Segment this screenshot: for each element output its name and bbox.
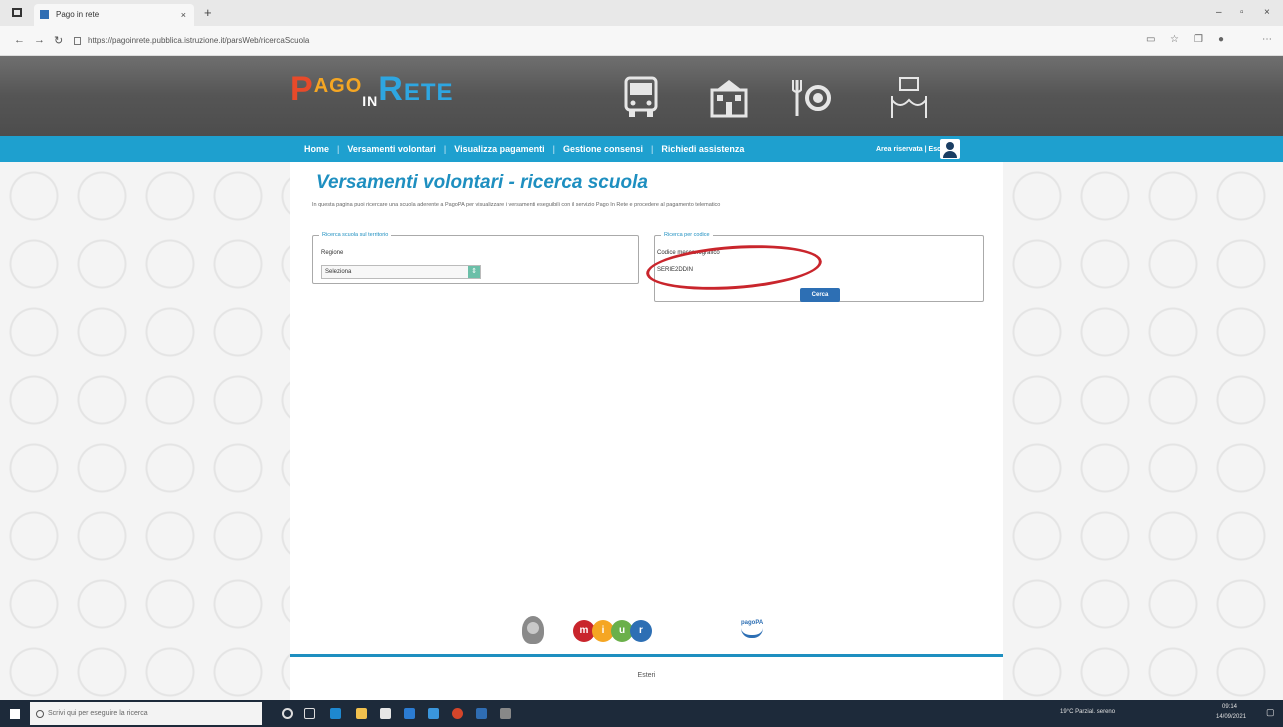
url-text: https://pagoinrete.pubblica.istruzione.i… (88, 36, 310, 45)
browser-tab[interactable]: Pago in rete × (34, 4, 194, 26)
territorial-search-panel: Ricerca scuola sul territorio Regione Se… (312, 232, 639, 284)
close-window-icon[interactable]: × (1264, 7, 1270, 18)
nav-richiedi-assistenza[interactable]: Richiedi assistenza (653, 144, 752, 154)
right-background-pattern (1003, 162, 1283, 700)
main-navigation: Home | Versamenti volontari | Visualizza… (0, 136, 1283, 162)
task-view-icon[interactable] (304, 708, 315, 719)
store-icon[interactable] (380, 708, 391, 719)
page-title: Versamenti volontari - ricerca scuola (316, 172, 648, 193)
windows-start-icon[interactable] (10, 709, 20, 719)
close-tab-icon[interactable]: × (181, 4, 186, 26)
school-building-icon (710, 80, 748, 118)
logo-letter-p: P (290, 70, 314, 108)
site-header: PAGOINRETE (0, 56, 1283, 136)
clock-date[interactable]: 14/09/2021 (1216, 714, 1246, 720)
nav-gestione-consensi[interactable]: Gestione consensi (555, 144, 651, 154)
italian-republic-emblem-icon (522, 616, 544, 644)
select-arrow-icon[interactable]: ⇕ (468, 266, 480, 278)
nav-menu: Home | Versamenti volontari | Visualizza… (296, 136, 752, 162)
chrome-icon[interactable] (452, 708, 463, 719)
logo-ete: ETE (403, 79, 454, 106)
favorite-star-icon[interactable]: ☆ (1170, 35, 1180, 45)
more-menu-icon[interactable]: ⋯ (1262, 35, 1272, 45)
school-bus-icon (624, 76, 658, 117)
footer-text[interactable]: Esteri (290, 672, 1003, 679)
address-bar: ← → ↻ https://pagoinrete.pubblica.istruz… (0, 26, 1283, 56)
minimize-icon[interactable]: – (1216, 7, 1222, 18)
logo-letter-r: R (378, 70, 404, 108)
logo-in: IN (362, 93, 379, 109)
edge-browser-icon[interactable] (330, 708, 341, 719)
miur-letter-r: r (630, 620, 652, 642)
collections-icon[interactable]: ❐ (1194, 35, 1204, 45)
profile-icon[interactable]: ● (1218, 35, 1228, 45)
user-icon[interactable] (940, 139, 960, 159)
favicon-icon (40, 10, 49, 19)
paint-icon[interactable] (500, 708, 511, 719)
reading-view-icon[interactable]: ▭ (1146, 35, 1156, 45)
url-field[interactable]: https://pagoinrete.pubblica.istruzione.i… (74, 32, 1094, 50)
territorial-search-legend: Ricerca scuola sul territorio (322, 232, 389, 238)
browser-tab-bar: Pago in rete × + – ▫ × (0, 0, 1283, 26)
tab-title: Pago in rete (56, 10, 100, 19)
tab-actions-icon[interactable] (12, 8, 22, 17)
region-select[interactable]: Seleziona ⇕ (321, 265, 481, 279)
footer-divider (290, 654, 1003, 657)
left-background-pattern (0, 162, 290, 700)
code-search-legend: Ricerca per codice (664, 232, 710, 238)
footer-logos: m i u r pagoPA (290, 612, 1003, 652)
nav-versamenti-volontari[interactable]: Versamenti volontari (339, 144, 444, 154)
taskbar: Scrivi qui per eseguire la ricerca 19°C … (0, 700, 1283, 727)
mail-icon[interactable] (404, 708, 415, 719)
region-label: Regione (321, 250, 344, 256)
logo-ago: AGO (313, 75, 363, 97)
weather-status[interactable]: 19°C Parzial. sereno (1060, 709, 1115, 715)
main-content: Versamenti volontari - ricerca scuola In… (290, 162, 1003, 700)
region-select-value: Seleziona (325, 269, 352, 275)
meal-icon (792, 80, 831, 116)
file-explorer-icon[interactable] (356, 708, 367, 719)
miur-logo: m i u r (573, 620, 652, 642)
taskbar-search-input[interactable]: Scrivi qui per eseguire la ricerca (30, 702, 262, 725)
new-tab-button[interactable]: + (204, 5, 212, 20)
pagopa-logo: pagoPA (741, 620, 763, 638)
cortana-icon[interactable] (282, 708, 293, 719)
notifications-icon[interactable]: ▢ (1266, 707, 1275, 718)
nav-visualizza-pagamenti[interactable]: Visualizza pagamenti (446, 144, 552, 154)
area-riservata-link[interactable]: Area riservata | Esci (876, 146, 943, 153)
refresh-icon[interactable]: ↻ (54, 34, 63, 47)
museum-visit-icon (891, 77, 927, 118)
app-icon[interactable] (428, 708, 439, 719)
pago-in-rete-logo[interactable]: PAGOINRETE (290, 70, 454, 120)
maximize-icon[interactable]: ▫ (1240, 7, 1244, 18)
clock-time[interactable]: 09:14 (1222, 704, 1237, 710)
lock-icon (74, 37, 81, 45)
page-description: In questa pagina puoi ricercare una scuo… (312, 202, 721, 208)
word-icon[interactable] (476, 708, 487, 719)
back-icon[interactable]: ← (14, 34, 25, 46)
search-button[interactable]: Cerca (800, 288, 840, 302)
nav-home[interactable]: Home (296, 144, 337, 154)
forward-icon[interactable]: → (34, 34, 45, 46)
